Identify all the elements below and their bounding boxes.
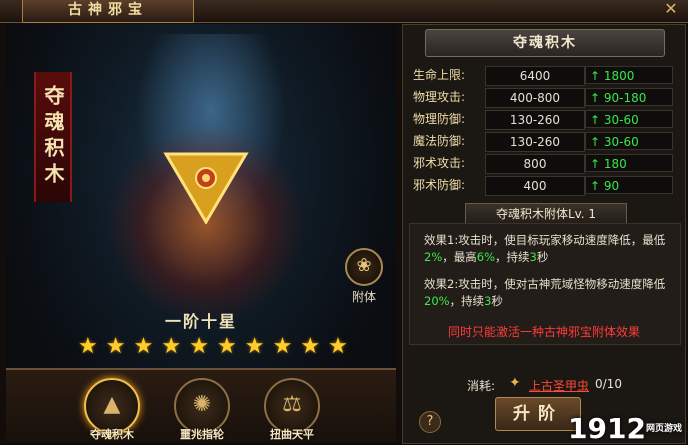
stat-increase: ↑ 30-60 [585,132,673,150]
stat-name: 物理防御: [413,112,466,126]
attach-button[interactable]: ❀ 附体 [344,248,384,308]
stat-name: 生命上限: [413,68,466,82]
slot-name: 噩兆指轮 [180,428,224,441]
stat-value: 6400 [485,66,585,86]
arrow-up-icon: ↑ [590,113,604,127]
stat-row: 生命上限: 6400 ↑ 1800 [413,65,679,86]
star-icon: ★ [105,334,126,359]
star-icon: ★ [300,334,321,359]
increase-value: 180 [603,157,627,171]
stat-name: 物理攻击: [413,90,466,104]
stat-value: 130-260 [485,110,585,130]
title-bar: 古神邪宝 ✕ [0,0,688,23]
artifact-name-banner: 夺魂积木 [34,72,72,202]
star-icon: ★ [133,334,154,359]
star-rating: ★ ★ ★ ★ ★ ★ ★ ★ ★ ★ [78,334,348,360]
rank-label: 一阶十星 [164,312,237,331]
help-icon[interactable]: ? [419,411,441,433]
effect-text: 秒 [491,294,503,308]
window-title: 古神邪宝 [22,0,194,23]
cost-item-link[interactable]: 上古圣甲虫 [529,377,589,394]
artifact-detail-panel: 夺魂积木 生命上限: 6400 ↑ 1800 物理攻击: 400-800 ↑ 9… [402,24,686,444]
watermark: 1912 网页游戏 [568,414,688,444]
slot-ezhao-zhilun[interactable]: ✺ 噩兆指轮 [172,378,232,442]
close-icon[interactable]: ✕ [658,0,684,18]
stat-name: 邪术防御: [413,178,466,192]
effect-text: ，最高 [442,250,477,264]
artifact-display: 夺魂积木 ❀ 附体 一阶十星 ★ ★ ★ ★ ★ ★ ★ ★ ★ ★ ▲ 夺魂积木 ✺ 噩兆指轮 … [6,24,396,442]
stat-row: 魔法防御: 130-260 ↑ 30-60 [413,131,679,152]
stat-increase: ↑ 1800 [585,66,673,84]
star-icon: ★ [161,334,182,359]
stat-increase: ↑ 30-60 [585,110,673,128]
attach-level-title: 夺魂积木附体Lv. 1 [465,203,627,225]
arrow-up-icon: ↑ [590,179,604,193]
slot-name: 夺魂积木 [90,428,134,441]
arrow-up-icon: ↑ [590,135,604,149]
arrow-up-icon: ↑ [590,69,604,83]
stat-increase: ↑ 90 [585,176,673,194]
stat-name: 邪术攻击: [413,156,466,170]
increase-value: 30-60 [603,113,639,127]
effect-text: ，持续 [449,294,485,308]
watermark-sub: 网页游戏 [645,424,682,434]
stat-value: 400-800 [485,88,585,108]
attach-label: 附体 [351,290,376,304]
stat-row: 邪术攻击: 800 ↑ 180 [413,153,679,174]
cost-label: 消耗: [467,379,496,393]
increase-value: 90-180 [603,91,647,105]
effect-value: 6% [476,250,495,264]
effect-text: 效果1:攻击时，使目标玩家移动速度降低，最低 [424,233,666,247]
slot-niuqu-tianping[interactable]: ⚖ 扭曲天平 [262,378,322,442]
effect-value: 3 [529,250,537,264]
cost-count: 0/10 [595,377,622,391]
stat-increase: ↑ 180 [585,154,673,172]
stat-row: 物理攻击: 400-800 ↑ 90-180 [413,87,679,108]
effect-2: 效果2:攻击时，使对古神荒域怪物移动速度降低20%，持续3秒 [424,276,674,310]
millennium-puzzle-image [163,152,249,224]
activation-warning: 同时只能激活一种古神邪宝附体效果 [447,325,640,339]
watermark-logo: 1912 [568,412,646,445]
arrow-up-icon: ↑ [590,157,604,171]
effect-text: 效果2:攻击时，使对古神荒域怪物移动速度降低 [424,277,666,291]
lotus-icon: ❀ [345,248,383,286]
increase-value: 90 [603,179,620,193]
slot-duohun-jimu[interactable]: ▲ 夺魂积木 [82,378,142,442]
stat-value: 800 [485,154,585,174]
star-icon: ★ [189,334,209,359]
upgrade-cost: 消耗: ✦ 上古圣甲虫 0/10 [467,375,687,395]
stat-value: 130-260 [485,132,585,152]
stat-row: 物理防御: 130-260 ↑ 30-60 [413,109,679,130]
increase-value: 1800 [603,69,635,83]
stat-increase: ↑ 90-180 [585,88,673,106]
stat-row: 邪术防御: 400 ↑ 90 [413,175,679,196]
slot-name: 扭曲天平 [270,428,314,441]
stat-value: 400 [485,176,585,196]
star-icon: ★ [78,334,98,359]
star-icon: ★ [328,334,348,359]
game-window: 古神邪宝 ✕ 夺魂积木 ❀ 附体 一阶十星 ★ ★ ★ ★ ★ ★ ★ ★ ★ ★ ▲ 夺魂积木 … [0,0,688,444]
star-icon: ★ [272,334,293,359]
increase-value: 30-60 [603,135,639,149]
stat-name: 魔法防御: [413,134,466,148]
effect-text: 秒 [536,250,549,264]
panel-title: 夺魂积木 [425,29,665,57]
effect-value: 20% [424,294,450,308]
effect-text: ，持续 [495,250,530,264]
artifact-selector: ▲ 夺魂积木 ✺ 噩兆指轮 ⚖ 扭曲天平 [6,368,396,442]
scarab-icon: ✦ [509,375,521,391]
arrow-up-icon: ↑ [590,91,604,105]
star-icon: ★ [244,334,265,359]
effect-value: 2% [424,250,443,264]
effect-1: 效果1:攻击时，使目标玩家移动速度降低，最低 2%，最高6%，持续3秒 [424,232,674,266]
star-icon: ★ [216,334,237,359]
